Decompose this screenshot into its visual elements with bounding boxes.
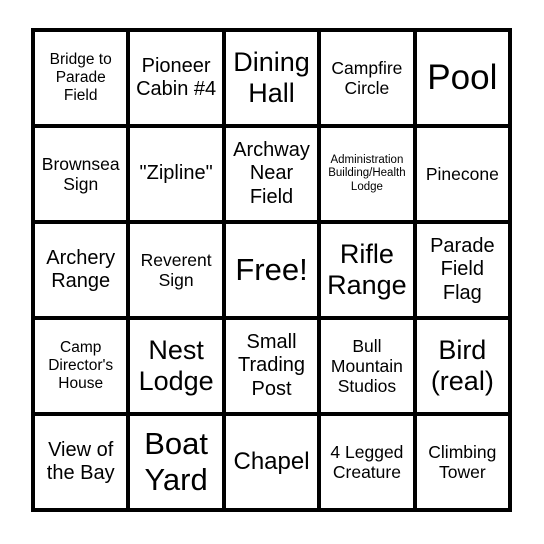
bingo-cell-label: Brownsea Sign — [41, 153, 120, 194]
bingo-cell[interactable]: Pioneer Cabin #4 — [126, 32, 221, 124]
bingo-cell-label: View of the Bay — [46, 438, 115, 484]
bingo-cell-label: Pioneer Cabin #4 — [136, 54, 217, 100]
bingo-cell-label: Archery Range — [46, 246, 116, 292]
bingo-cell-label: Chapel — [233, 448, 310, 476]
bingo-cell[interactable]: Bird (real) — [412, 320, 508, 412]
bingo-cell[interactable]: Dining Hall — [221, 32, 317, 124]
bingo-free-space[interactable]: Free! — [221, 224, 317, 316]
bingo-cell-label: Archway Near Field — [233, 139, 310, 208]
bingo-cell[interactable]: "Zipline" — [126, 128, 221, 220]
bingo-cell-label: Bull Mountain Studios — [330, 335, 403, 397]
bingo-cell[interactable]: Archway Near Field — [221, 128, 317, 220]
bingo-cell-label: Pinecone — [425, 163, 499, 184]
bingo-row: View of the Bay Boat Yard Chapel 4 Legge… — [35, 412, 508, 508]
bingo-row: Bridge to Parade Field Pioneer Cabin #4 … — [35, 32, 508, 124]
bingo-free-space-label: Free! — [235, 252, 308, 288]
bingo-cell[interactable]: Bridge to Parade Field — [35, 32, 126, 124]
bingo-cell[interactable]: Rifle Range — [317, 224, 412, 316]
bingo-cell-label: Bridge to Parade Field — [49, 51, 112, 104]
bingo-cell[interactable]: Climbing Tower — [412, 416, 508, 508]
bingo-cell-label: "Zipline" — [139, 162, 213, 185]
bingo-cell[interactable]: Brownsea Sign — [35, 128, 126, 220]
bingo-row: Brownsea Sign "Zipline" Archway Near Fie… — [35, 124, 508, 220]
bingo-cell[interactable]: View of the Bay — [35, 416, 126, 508]
bingo-cell[interactable]: Small Trading Post — [221, 320, 317, 412]
bingo-cell-label: Nest Lodge — [138, 334, 214, 396]
bingo-cell-label: Administration Building/Health Lodge — [328, 154, 406, 193]
bingo-cell-label: 4 Legged Creature — [330, 441, 404, 482]
bingo-cell-label: Dining Hall — [233, 46, 310, 108]
bingo-cell-label: Small Trading Post — [237, 331, 306, 400]
bingo-cell[interactable]: Parade Field Flag — [412, 224, 508, 316]
bingo-cell-label: Parade Field Flag — [430, 235, 495, 304]
bingo-card: Bridge to Parade Field Pioneer Cabin #4 … — [31, 28, 512, 512]
bingo-cell-label: Rifle Range — [327, 238, 407, 300]
bingo-cell-label: Reverent Sign — [140, 249, 212, 290]
bingo-cell[interactable]: Administration Building/Health Lodge — [317, 128, 412, 220]
bingo-cell[interactable]: Campfire Circle — [317, 32, 412, 124]
bingo-cell-label: Bird (real) — [430, 334, 494, 396]
bingo-cell[interactable]: Pinecone — [412, 128, 508, 220]
bingo-cell-label: Pool — [427, 57, 498, 97]
bingo-cell[interactable]: Archery Range — [35, 224, 126, 316]
bingo-row: Camp Director's House Nest Lodge Small T… — [35, 316, 508, 412]
bingo-cell[interactable]: Pool — [412, 32, 508, 124]
bingo-cell-label: Climbing Tower — [428, 441, 497, 482]
bingo-cell-label: Camp Director's House — [48, 339, 114, 392]
bingo-cell[interactable]: Reverent Sign — [126, 224, 221, 316]
bingo-row: Archery Range Reverent Sign Free! Rifle … — [35, 220, 508, 316]
bingo-cell[interactable]: Nest Lodge — [126, 320, 221, 412]
bingo-cell-label: Boat Yard — [144, 426, 208, 497]
bingo-cell[interactable]: Boat Yard — [126, 416, 221, 508]
bingo-cell[interactable]: Bull Mountain Studios — [317, 320, 412, 412]
bingo-cell[interactable]: 4 Legged Creature — [317, 416, 412, 508]
bingo-cell[interactable]: Camp Director's House — [35, 320, 126, 412]
bingo-cell[interactable]: Chapel — [221, 416, 317, 508]
bingo-cell-label: Campfire Circle — [331, 57, 403, 98]
